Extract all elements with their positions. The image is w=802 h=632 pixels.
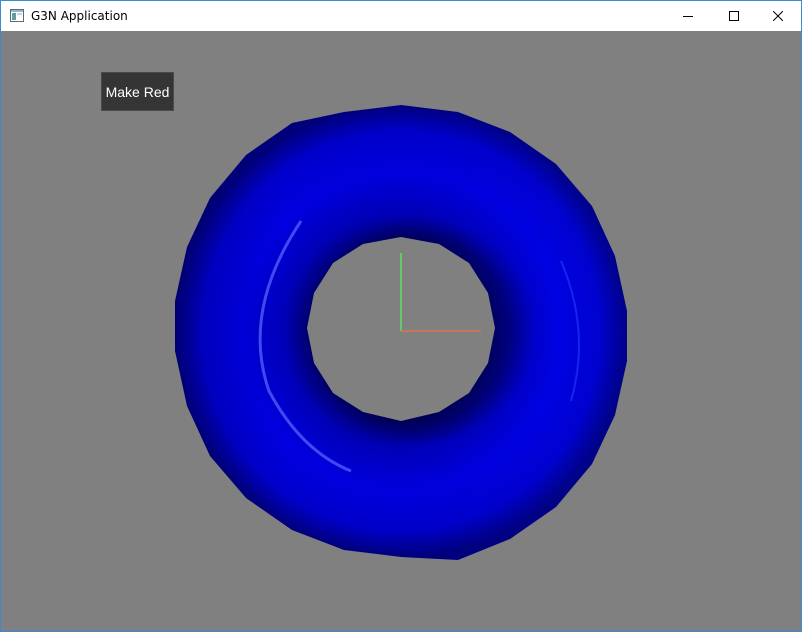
maximize-button[interactable] <box>711 1 757 31</box>
make-red-button[interactable]: Make Red <box>101 72 174 111</box>
scene-canvas <box>1 31 801 631</box>
maximize-icon <box>729 11 739 21</box>
application-window: G3N Application Make Red <box>0 0 802 632</box>
close-button[interactable] <box>755 1 801 31</box>
3d-viewport[interactable]: Make Red <box>1 31 801 631</box>
minimize-icon <box>683 16 693 17</box>
title-bar[interactable]: G3N Application <box>1 1 801 31</box>
minimize-button[interactable] <box>665 1 711 31</box>
window-title: G3N Application <box>31 9 128 23</box>
app-window-icon <box>10 9 24 22</box>
close-icon <box>773 11 783 21</box>
